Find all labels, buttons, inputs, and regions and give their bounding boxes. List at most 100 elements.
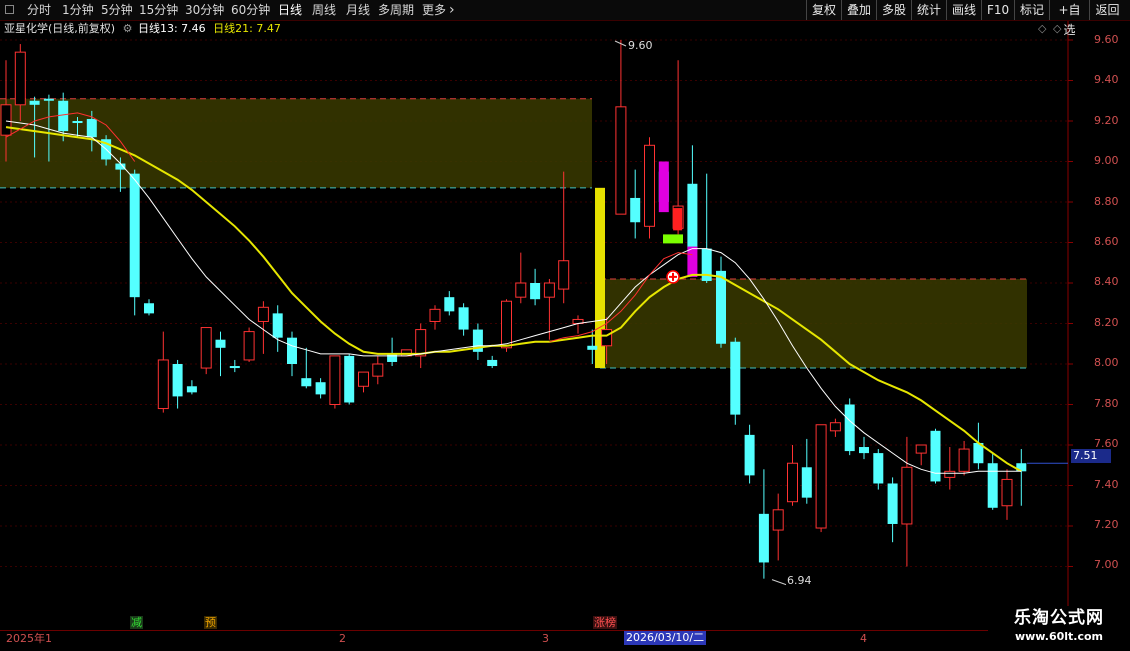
candlestick-chart — [0, 20, 1073, 630]
candle-body — [458, 307, 469, 330]
watermark-url: www.60lt.com — [1014, 630, 1104, 643]
period-tab-15min[interactable]: 15分钟 — [139, 0, 178, 20]
multi-stock-button[interactable]: 多股 — [876, 0, 911, 20]
time-label: 2025年1 — [6, 632, 52, 645]
candle-body — [287, 337, 297, 364]
watermark: 乐淘公式网 www.60lt.com — [988, 606, 1130, 650]
stock-title: 亚星化学(日线,前复权) — [4, 22, 116, 35]
candle-body — [229, 366, 240, 369]
price-label: 9.00 — [1094, 154, 1119, 167]
price-label: 9.40 — [1094, 73, 1119, 86]
candle-body — [301, 378, 312, 387]
candle-body — [200, 327, 212, 369]
magenta-signal-candle — [658, 161, 669, 213]
candle-body — [115, 163, 126, 170]
candle-body — [558, 260, 570, 290]
price-label: 9.60 — [1094, 33, 1119, 46]
signal-marker-top-gainer: 涨榜 — [593, 616, 617, 629]
candle-body — [157, 359, 169, 410]
settings-icon[interactable]: ⚙ — [123, 22, 133, 35]
price-label: 7.40 — [1094, 478, 1119, 491]
candle-body — [915, 444, 927, 454]
red-signal-candle — [673, 208, 683, 231]
candle-body — [987, 463, 998, 508]
period-tab-more[interactable]: 更多 — [422, 0, 446, 20]
high-price-annotation: 9.60 — [628, 39, 653, 52]
candle-body — [787, 462, 798, 503]
back-button[interactable]: 返回 — [1089, 0, 1125, 20]
price-label: 8.80 — [1094, 195, 1119, 208]
candle-body — [859, 447, 869, 454]
candle-body — [257, 306, 269, 322]
candle-body — [243, 331, 255, 361]
candle-body — [86, 118, 97, 138]
draw-line-button[interactable]: 画线 — [946, 0, 981, 20]
diamond-icon[interactable]: ◇ — [1038, 22, 1046, 35]
time-label: 2 — [339, 632, 346, 645]
price-label: 9.20 — [1094, 114, 1119, 127]
candle-body — [744, 434, 755, 476]
candle-body — [772, 509, 784, 531]
candle-body — [887, 483, 898, 524]
candle-body — [930, 430, 941, 482]
statistics-button[interactable]: 统计 — [911, 0, 946, 20]
period-tab-intraday[interactable]: 分时 — [27, 0, 51, 20]
adjust-button[interactable]: 复权 — [806, 0, 841, 20]
f10-button[interactable]: F10 — [981, 0, 1014, 20]
period-tab-weekly[interactable]: 周线 — [312, 0, 336, 20]
add-watchlist-button[interactable]: +自选 — [1049, 0, 1089, 37]
period-tab-monthly[interactable]: 月线 — [346, 0, 370, 20]
candle-body — [429, 308, 441, 322]
period-tab-5min[interactable]: 5分钟 — [101, 0, 133, 20]
period-tab-multi[interactable]: 多周期 — [378, 0, 414, 20]
candle-body — [272, 313, 283, 338]
candle-body — [543, 282, 555, 298]
period-tab-30min[interactable]: 30分钟 — [185, 0, 224, 20]
price-label: 7.80 — [1094, 397, 1119, 410]
time-axis: 2025年1 2 3 4 — [0, 630, 1130, 651]
period-tab-daily[interactable]: 日线 — [278, 0, 302, 20]
candle-body — [372, 363, 384, 377]
ma21-legend: 日线21: 7.47 — [213, 22, 281, 35]
candle-body — [644, 144, 655, 227]
pressure-zone-box — [0, 98, 592, 188]
magenta-signal-candle — [687, 246, 698, 277]
candle-body — [587, 345, 598, 350]
settings-small-icon[interactable]: ◇ — [1053, 22, 1061, 35]
overlay-button[interactable]: 叠加 — [841, 0, 876, 20]
time-label: 3 — [542, 632, 549, 645]
candle-body — [487, 359, 498, 367]
candle-body — [758, 513, 769, 563]
mark-button[interactable]: 标记 — [1014, 0, 1049, 20]
price-label: 7.00 — [1094, 558, 1119, 571]
chevron-right-icon[interactable]: › — [449, 0, 455, 20]
period-toolbar: 分时 1分钟 5分钟 15分钟 30分钟 60分钟 日线 周线 月线 多周期 更… — [0, 0, 1130, 37]
price-label: 8.40 — [1094, 275, 1119, 288]
candle-body — [129, 173, 140, 298]
candle-body — [1001, 478, 1013, 507]
candle-body — [873, 453, 884, 484]
candle-body — [29, 100, 40, 105]
candle-body — [186, 386, 197, 393]
low-price-annotation: 6.94 — [787, 574, 812, 587]
candle-body — [716, 270, 726, 344]
window-icon[interactable] — [5, 5, 14, 14]
candle-body — [530, 283, 541, 300]
candle-body — [944, 470, 956, 478]
candle-body — [215, 339, 226, 348]
price-label: 8.60 — [1094, 235, 1119, 248]
low-pointer — [771, 579, 787, 586]
chart-info-bar: 亚星化学(日线,前复权) ⚙ 日线13: 7.46 日线21: 7.47 — [4, 21, 281, 37]
current-price-badge: 7.51 — [1071, 449, 1111, 463]
candle-body — [829, 422, 841, 432]
time-label: 4 — [860, 632, 867, 645]
watermark-title: 乐淘公式网 — [1014, 608, 1104, 628]
candle-body — [358, 371, 369, 387]
candle-body — [43, 98, 54, 101]
period-tab-60min[interactable]: 60分钟 — [231, 0, 270, 20]
candle-body — [58, 100, 69, 132]
period-tab-1min[interactable]: 1分钟 — [62, 0, 94, 20]
candle-body — [730, 341, 741, 415]
signal-marker-reduce: 减 — [130, 616, 143, 629]
candle-body — [801, 467, 812, 498]
